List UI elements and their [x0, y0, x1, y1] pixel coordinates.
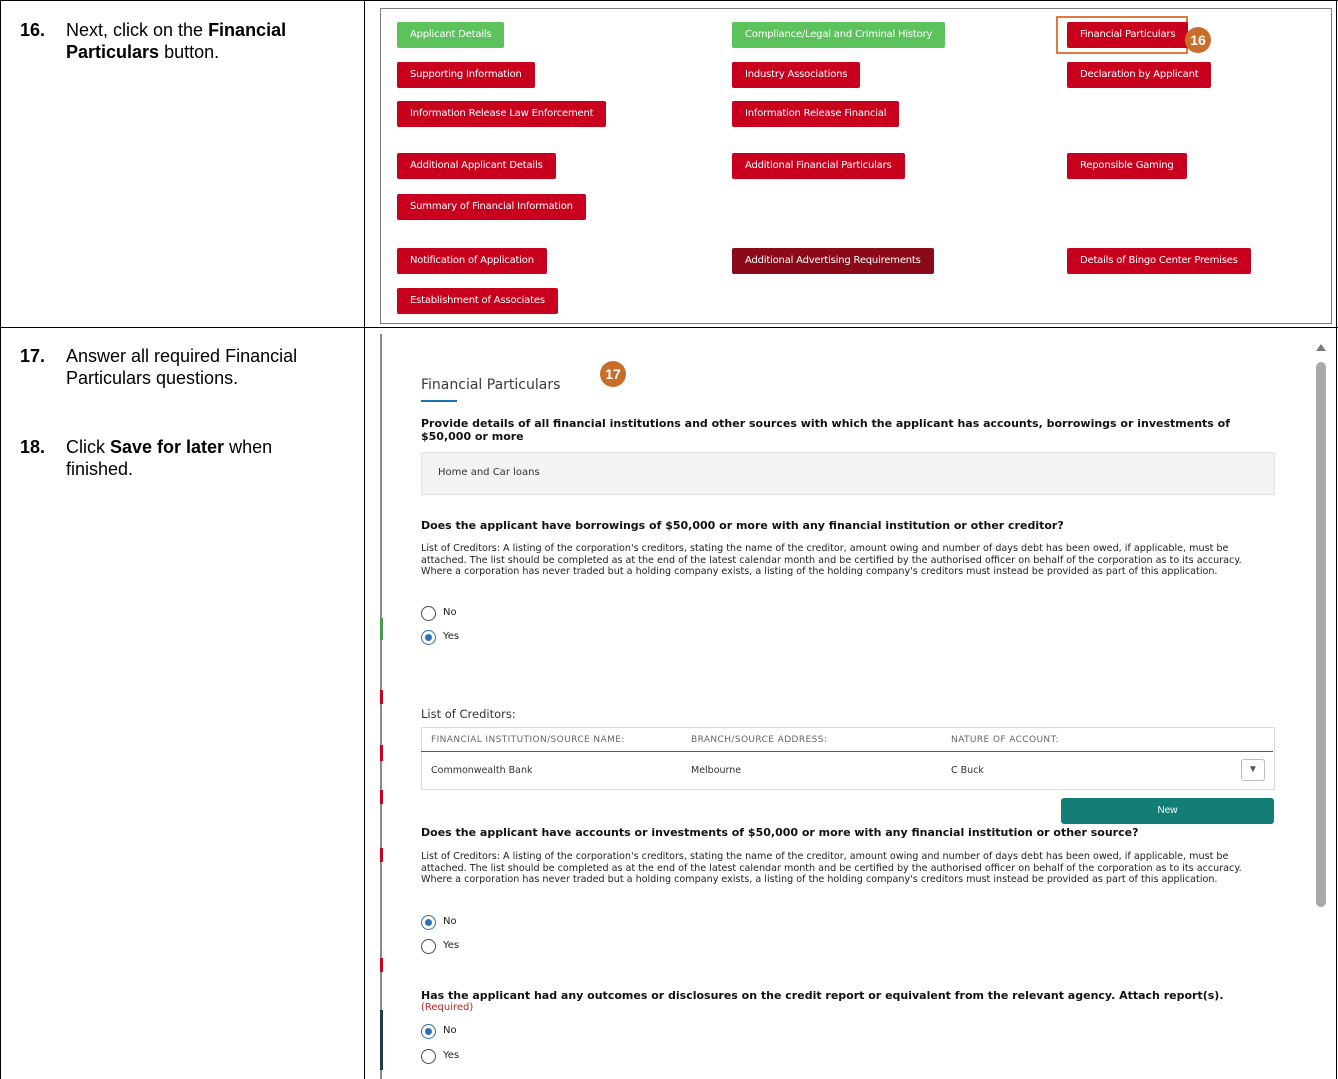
financial-particulars-button[interactable]: Financial Particulars [1067, 22, 1189, 48]
credit-report-no-radio[interactable] [421, 1024, 436, 1039]
column-header: FINANCIAL INSTITUTION/SOURCE NAME: [431, 735, 625, 745]
declaration-button[interactable]: Declaration by Applicant [1067, 62, 1212, 88]
column-header: NATURE OF ACCOUNT: [951, 735, 1059, 745]
additional-financial-button[interactable]: Additional Financial Particulars [732, 153, 905, 179]
step-text: Answer all required Financial Particular… [66, 346, 298, 388]
form-title: Financial Particulars [421, 377, 561, 393]
help-text: List of Creditors: A listing of the corp… [421, 851, 1242, 886]
question-financial-institutions: Provide details of all financial institu… [421, 417, 1231, 443]
table-cell: C Buck [951, 765, 984, 776]
info-release-law-button[interactable]: Information Release Law Enforcement [397, 101, 607, 127]
borrowings-yes-radio[interactable] [421, 630, 436, 645]
row-actions-dropdown[interactable]: ▼ [1241, 759, 1265, 781]
question-credit-report: Has the applicant had any outcomes or di… [421, 989, 1224, 1002]
credit-report-yes-radio[interactable] [421, 1049, 436, 1064]
question-borrowings: Does the applicant have borrowings of $5… [421, 519, 1064, 532]
bingo-premises-button[interactable]: Details of Bingo Center Premises [1067, 248, 1251, 274]
step-text: Click [66, 437, 110, 457]
radio-label: Yes [443, 940, 460, 951]
background-fragment [380, 1010, 383, 1070]
help-text: List of Creditors: A listing of the corp… [421, 543, 1242, 578]
new-creditor-button[interactable]: New [1061, 798, 1274, 824]
step-emphasis: Save for later [110, 437, 225, 457]
summary-financial-button[interactable]: Summary of Financial Information [397, 194, 586, 220]
required-label: (Required) [421, 1002, 474, 1013]
step-text: Next, click on the [66, 20, 209, 40]
table-cell: Melbourne [691, 765, 742, 776]
step-number: 18. [20, 437, 46, 457]
callout-badge-17: 17 [600, 361, 626, 387]
radio-label: No [443, 916, 457, 927]
applicant-details-button[interactable]: Applicant Details [397, 22, 505, 48]
radio-label: Yes [443, 1050, 460, 1061]
background-fragment [380, 690, 383, 704]
form-screenshot [380, 334, 1332, 1079]
step-text-end: button. [159, 42, 220, 62]
background-fragment [380, 745, 383, 761]
table-divider [421, 751, 1273, 752]
table-cell: Commonwealth Bank [431, 765, 533, 776]
radio-label: No [443, 607, 457, 618]
background-fragment [380, 618, 383, 640]
radio-label: No [443, 1025, 457, 1036]
column-header: BRANCH/SOURCE ADDRESS: [691, 735, 828, 745]
background-fragment [380, 848, 383, 862]
investments-yes-radio[interactable] [421, 939, 436, 954]
step-18: 18. Click Save for later when finished. [20, 436, 350, 486]
establishment-button[interactable]: Establishment of Associates [397, 288, 558, 314]
question-investments: Does the applicant have accounts or inve… [421, 826, 1139, 839]
borrowings-no-radio[interactable] [421, 606, 436, 621]
radio-label: Yes [443, 631, 460, 642]
financial-institutions-field[interactable] [421, 452, 1275, 495]
notification-button[interactable]: Notification of Application [397, 248, 547, 274]
investments-no-radio[interactable] [421, 915, 436, 930]
compliance-history-button[interactable]: Compliance/Legal and Criminal History [732, 22, 946, 48]
responsible-gaming-button[interactable]: Reponsible Gaming [1067, 153, 1187, 179]
callout-badge-16: 16 [1185, 27, 1211, 53]
scrollbar-thumb[interactable] [1316, 362, 1326, 907]
title-underline [421, 400, 457, 402]
step-number: 16. [20, 20, 46, 40]
financial-institutions-value: Home and Car loans [438, 467, 540, 478]
background-fragment [380, 790, 383, 804]
chevron-down-icon: ▼ [1248, 764, 1258, 775]
creditors-label: List of Creditors: [421, 707, 516, 721]
additional-applicant-button[interactable]: Additional Applicant Details [397, 153, 556, 179]
supporting-information-button[interactable]: Supporting Information [397, 62, 535, 88]
step-16: 16. Next, click on the Financial Particu… [20, 19, 350, 69]
additional-advertising-button[interactable]: Additional Advertising Requirements [732, 248, 934, 274]
industry-associations-button[interactable]: Industry Associations [732, 62, 861, 88]
background-fragment [380, 958, 383, 972]
step-number: 17. [20, 346, 46, 366]
info-release-financial-button[interactable]: Information Release Financial [732, 101, 900, 127]
scroll-up-arrow-icon[interactable] [1316, 344, 1326, 351]
step-17: 17. Answer all required Financial Partic… [20, 345, 350, 395]
